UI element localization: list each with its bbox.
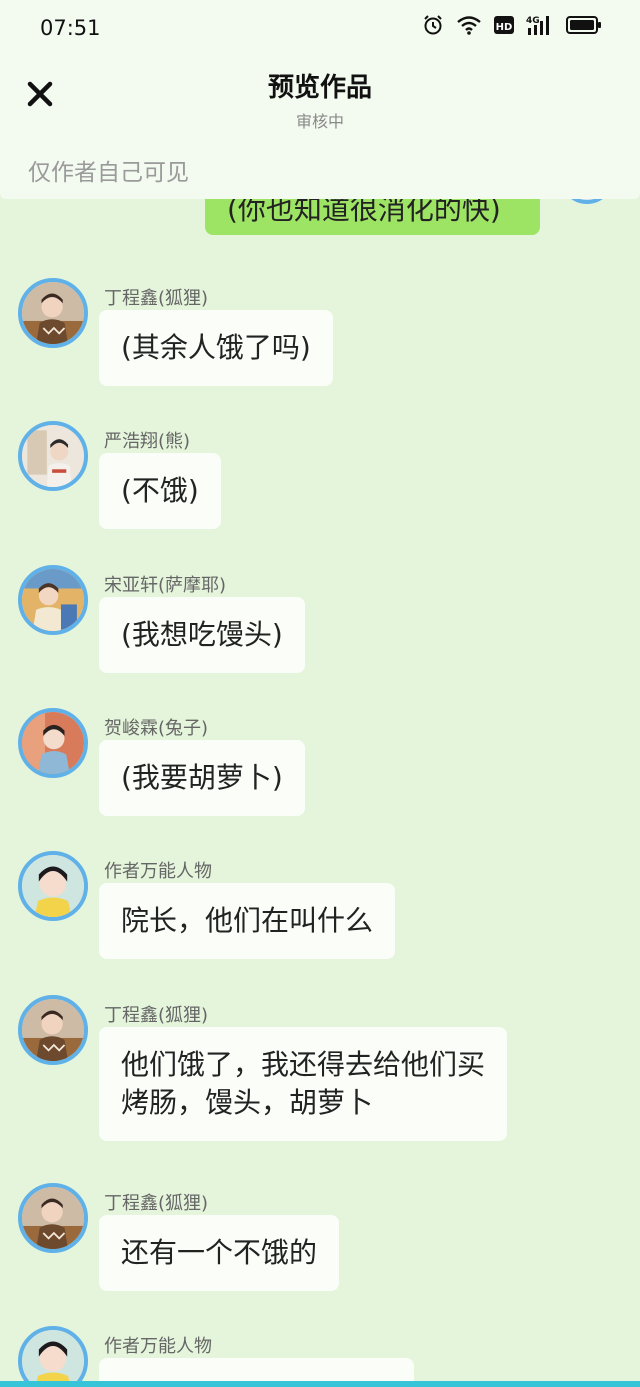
status-icons: HD 4G — [422, 14, 602, 40]
signal-4g-icon: 4G — [526, 14, 554, 40]
avatar[interactable] — [18, 421, 88, 491]
visibility-note: 仅作者自己可见 — [28, 160, 189, 186]
message-bubble[interactable]: (不饿) — [99, 453, 221, 529]
sender-name: 丁程鑫(狐狸) — [104, 288, 209, 309]
status-bar: 07:51 HD 4G — [0, 0, 640, 56]
sender-name: 作者万能人物 — [104, 861, 212, 882]
message-bubble[interactable]: 还有一个不饿的 — [99, 1215, 340, 1291]
avatar[interactable] — [18, 278, 88, 348]
avatar[interactable] — [18, 565, 88, 635]
battery-icon — [566, 15, 602, 39]
header: 预览作品 审核中 仅作者自己可见 — [0, 56, 640, 199]
chat-area[interactable]: (你也知道很消化的快) 丁程鑫(狐狸) (其余人饿了吗) 严浩翔(熊) (不饿)… — [0, 0, 640, 1387]
alarm-icon — [422, 14, 444, 40]
page-title: 预览作品 — [267, 73, 372, 103]
sender-name: 作者万能人物 — [104, 1336, 212, 1357]
hd-icon: HD — [494, 15, 514, 39]
avatar[interactable] — [18, 851, 88, 921]
message-bubble[interactable]: (我要胡萝卜) — [99, 740, 305, 816]
sender-name: 丁程鑫(狐狸) — [104, 1005, 209, 1026]
wifi-icon — [456, 15, 482, 39]
sender-name: 丁程鑫(狐狸) — [104, 1193, 209, 1214]
avatar[interactable] — [18, 708, 88, 778]
avatar[interactable] — [18, 1183, 88, 1253]
sender-name: 宋亚轩(萨摩耶) — [104, 575, 227, 596]
message-bubble[interactable]: (我想吃馒头) — [99, 597, 305, 673]
sender-name: 严浩翔(熊) — [104, 431, 191, 452]
message-bubble[interactable]: 院长，他们在叫什么 — [99, 883, 396, 959]
status-time: 07:51 — [40, 16, 101, 40]
avatar[interactable] — [18, 1326, 88, 1387]
message-bubble[interactable]: 他们饿了，我还得去给他们买 烤肠，馒头，胡萝卜 — [99, 1027, 508, 1141]
message-bubble[interactable]: (其余人饿了吗) — [99, 310, 333, 386]
svg-text:4G: 4G — [526, 16, 540, 26]
review-status: 审核中 — [295, 112, 344, 131]
svg-text:HD: HD — [496, 22, 513, 33]
avatar[interactable] — [18, 995, 88, 1065]
bottom-indicator — [0, 1381, 640, 1387]
sender-name: 贺峻霖(兔子) — [104, 718, 209, 739]
